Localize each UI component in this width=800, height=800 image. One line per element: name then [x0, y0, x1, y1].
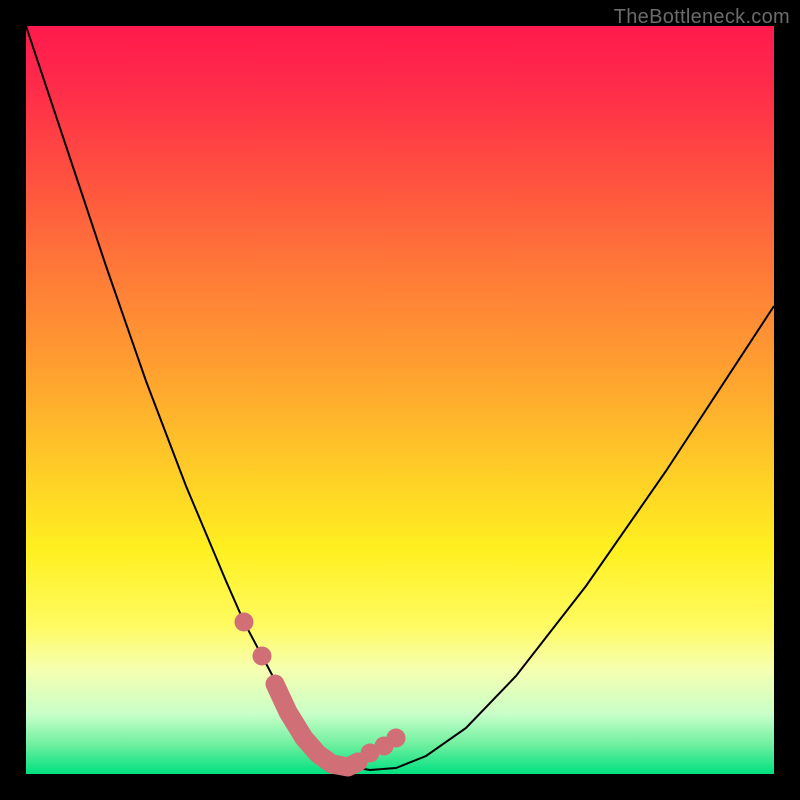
highlight-dot [387, 729, 406, 748]
highlight-dot [253, 647, 272, 666]
bottleneck-curve [26, 26, 774, 770]
chart-area [26, 26, 774, 774]
highlight-bottom-segment [275, 684, 358, 767]
curve-svg [26, 26, 774, 774]
highlight-dot [235, 613, 254, 632]
watermark-text: TheBottleneck.com [614, 6, 790, 29]
highlight-dots [235, 613, 406, 763]
